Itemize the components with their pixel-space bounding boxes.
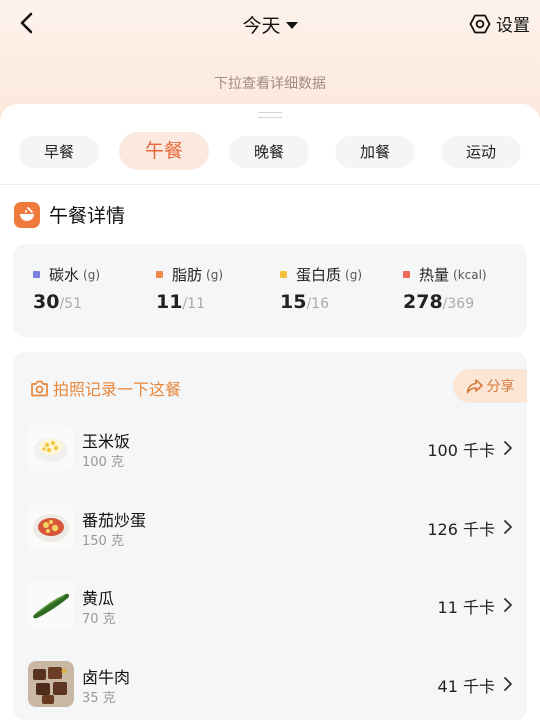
detail-header: 午餐详情 bbox=[14, 201, 125, 228]
food-item-cucumber[interactable]: 黄瓜 70 克 11 千卡 bbox=[28, 582, 513, 628]
settings-label: 设置 bbox=[496, 16, 530, 36]
gear-icon bbox=[469, 14, 491, 33]
corn-rice-icon bbox=[28, 425, 74, 471]
nutrient-total: /51 bbox=[59, 296, 82, 312]
food-item-corn-rice[interactable]: 玉米饭 100 克 100 千卡 bbox=[28, 425, 513, 471]
meal-bowl-icon bbox=[14, 201, 40, 228]
food-calories: 126 千卡 bbox=[427, 520, 495, 539]
chevron-right-icon bbox=[504, 520, 512, 534]
camera-icon bbox=[31, 380, 48, 396]
chevron-right-icon bbox=[504, 441, 512, 455]
food-weight: 70 克 bbox=[82, 612, 116, 627]
nutrient-current: 278 bbox=[403, 291, 443, 313]
photo-record-label: 拍照记录一下这餐 bbox=[53, 380, 182, 399]
food-item-tomato-egg[interactable]: 番茄炒蛋 150 克 126 千卡 bbox=[28, 504, 513, 550]
carbs-color-dot bbox=[33, 271, 40, 278]
meal-sheet: 早餐 午餐 晚餐 加餐 运动 午餐详情 碳水 (g) 30/51 脂肪 (g) 11… bbox=[0, 104, 540, 720]
share-button[interactable]: 分享 bbox=[453, 369, 527, 403]
fat-color-dot bbox=[156, 271, 163, 278]
food-calories: 100 千卡 bbox=[427, 441, 495, 460]
nutrient-current: 15 bbox=[280, 291, 307, 313]
nutrient-name: 蛋白质 bbox=[296, 266, 342, 284]
nutrient-total: /369 bbox=[442, 296, 475, 312]
chevron-right-icon bbox=[504, 598, 512, 612]
tab-breakfast[interactable]: 早餐 bbox=[19, 136, 99, 168]
date-selector[interactable]: 今天 bbox=[0, 11, 540, 38]
chevron-right-icon bbox=[504, 677, 512, 691]
share-icon bbox=[466, 379, 483, 394]
protein-color-dot bbox=[280, 271, 287, 278]
photo-record-button[interactable]: 拍照记录一下这餐 bbox=[30, 376, 181, 400]
nutrient-name: 脂肪 bbox=[172, 266, 203, 284]
pull-down-hint: 下拉查看详细数据 bbox=[214, 76, 326, 92]
cucumber-icon bbox=[28, 582, 74, 628]
food-name: 卤牛肉 bbox=[82, 668, 131, 687]
share-label: 分享 bbox=[486, 379, 515, 395]
food-list-card: 拍照记录一下这餐 分享 玉米饭 100 克 100 千卡 番茄炒蛋 150 克 … bbox=[13, 352, 527, 720]
settings-button[interactable]: 设置 bbox=[469, 11, 530, 36]
food-weight: 150 克 bbox=[82, 534, 124, 549]
food-calories: 11 千卡 bbox=[437, 598, 495, 617]
food-item-braised-beef[interactable]: 卤牛肉 35 克 41 千卡 bbox=[28, 661, 513, 707]
tomato-egg-icon bbox=[28, 504, 74, 550]
food-name: 番茄炒蛋 bbox=[82, 511, 147, 530]
tab-dinner[interactable]: 晚餐 bbox=[229, 136, 309, 168]
nutrient-carbs: 碳水 (g) 30/51 bbox=[33, 264, 100, 313]
food-weight: 100 克 bbox=[82, 455, 124, 470]
food-name: 黄瓜 bbox=[82, 589, 115, 608]
calories-color-dot bbox=[403, 271, 410, 278]
nutrient-unit: (g) bbox=[206, 267, 223, 282]
tab-snack[interactable]: 加餐 bbox=[335, 136, 415, 168]
nutrient-name: 热量 bbox=[419, 266, 450, 284]
nutrient-current: 30 bbox=[33, 291, 60, 313]
food-weight: 35 克 bbox=[82, 691, 116, 706]
braised-beef-icon bbox=[28, 661, 74, 707]
tab-lunch[interactable]: 午餐 bbox=[119, 132, 209, 170]
tab-exercise[interactable]: 运动 bbox=[441, 136, 521, 168]
nutrient-unit: (kcal) bbox=[453, 267, 487, 282]
nav-bar: 今天 设置 bbox=[0, 0, 540, 46]
nutrient-current: 11 bbox=[156, 291, 183, 313]
food-name: 玉米饭 bbox=[82, 432, 131, 451]
nutrient-total: /16 bbox=[306, 296, 329, 312]
nutrient-total: /11 bbox=[182, 296, 205, 312]
nutrition-summary: 碳水 (g) 30/51 脂肪 (g) 11/11 蛋白质 (g) 15/16 热量(… bbox=[13, 244, 527, 337]
nutrient-unit: (g) bbox=[345, 267, 362, 282]
drag-handle[interactable] bbox=[258, 112, 282, 118]
nutrient-name: 碳水 bbox=[49, 266, 80, 284]
tabs-divider bbox=[0, 184, 540, 185]
food-calories: 41 千卡 bbox=[437, 677, 495, 696]
page-title: 今天 bbox=[242, 15, 281, 37]
nutrient-calories: 热量 (kcal) 278/369 bbox=[403, 264, 487, 313]
caret-down-icon bbox=[285, 22, 298, 29]
nutrient-unit: (g) bbox=[83, 267, 100, 282]
detail-title: 午餐详情 bbox=[49, 205, 126, 227]
meal-tabs: 早餐 午餐 晚餐 加餐 运动 bbox=[0, 132, 540, 172]
top-header-area: 今天 设置 下拉查看详细数据 bbox=[0, 0, 540, 118]
nutrient-fat: 脂肪 (g) 11/11 bbox=[156, 264, 223, 313]
nutrient-protein: 蛋白质 (g) 15/16 bbox=[280, 264, 362, 313]
